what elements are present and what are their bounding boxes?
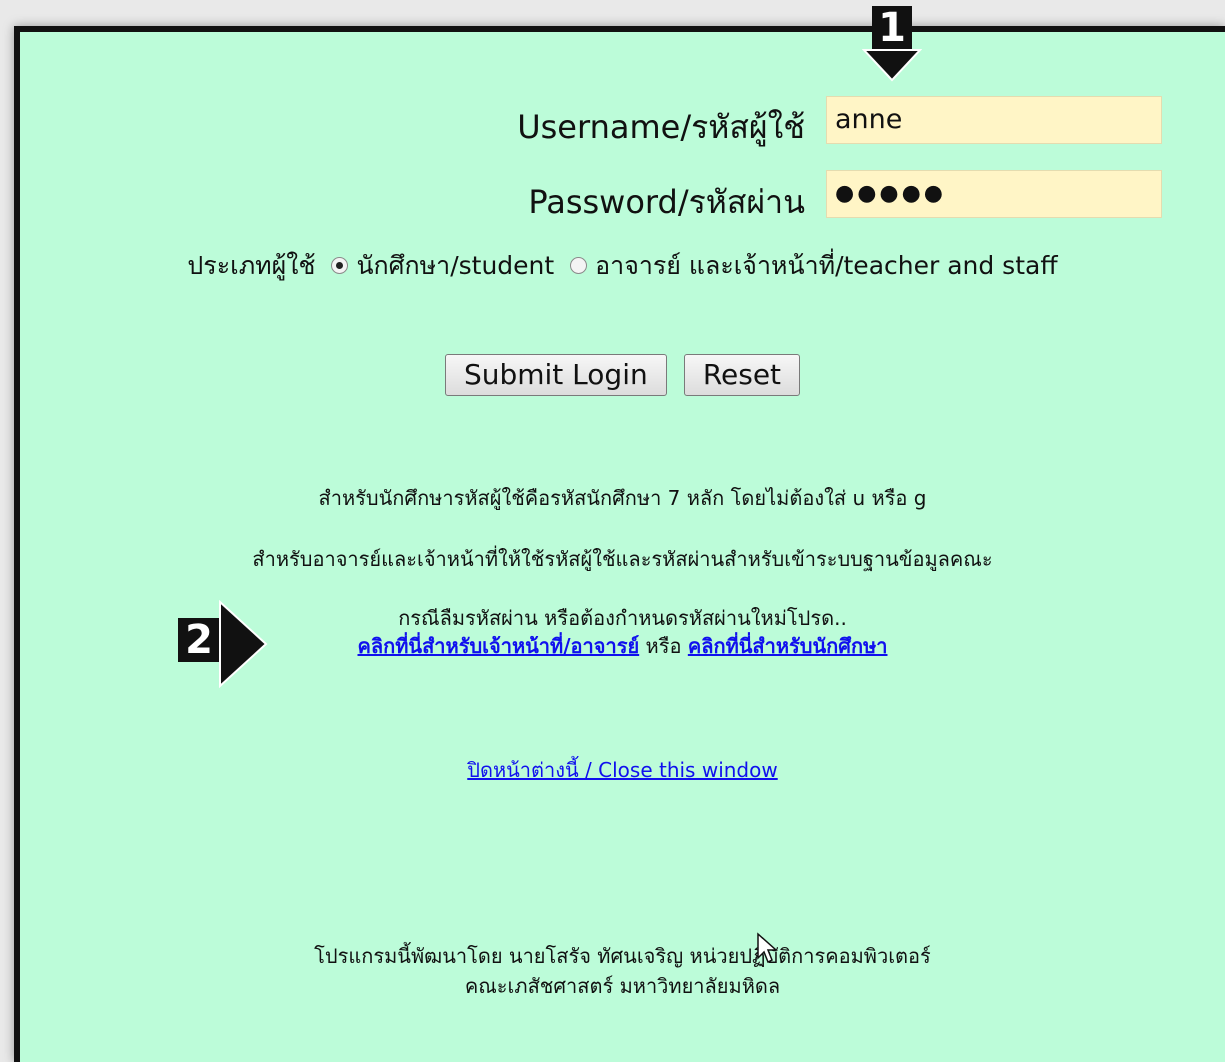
username-input[interactable]: anne [826, 96, 1162, 144]
badge-2: 2 [178, 618, 220, 662]
student-reset-link[interactable]: คลิกที่นี่สำหรับนักศึกษา [688, 634, 888, 658]
user-type-row: ประเภทผู้ใช้ นักศึกษา/student อาจารย์ แล… [20, 246, 1225, 286]
footer-credit-line1: โปรแกรมนี้พัฒนาโดย นายโสรัจ ทัศนเจริญ หน… [314, 944, 931, 968]
student-note: สำหรับนักศึกษารหัสผู้ใช้คือรหัสนักศึกษา … [318, 486, 927, 510]
username-label: Username/รหัสผู้ใช้ [517, 108, 805, 146]
teacher-staff-radio[interactable] [570, 256, 588, 274]
or-text: หรือ [645, 634, 682, 658]
student-radio[interactable] [331, 256, 349, 274]
submit-login-button[interactable]: Submit Login [444, 354, 667, 396]
user-type-label: ประเภทผู้ใช้ [187, 251, 316, 280]
arrow-down-icon [862, 49, 922, 82]
mouse-cursor-icon [757, 932, 778, 964]
arrow-right-icon [219, 600, 268, 688]
student-option-label[interactable]: นักศึกษา/student [356, 251, 554, 280]
badge-1: 1 [872, 6, 912, 50]
teacher-staff-option-label[interactable]: อาจารย์ และเจ้าหน้าที่/teacher and staff [595, 251, 1057, 280]
close-window-link[interactable]: ปิดหน้าต่างนี้ / Close this window [467, 758, 777, 782]
password-input[interactable]: ●●●●● [826, 170, 1162, 218]
staff-note: สำหรับอาจารย์และเจ้าหน้าที่ให้ใช้รหัสผู้… [252, 547, 993, 571]
button-row: Submit Login Reset [20, 354, 1225, 396]
password-label: Password/รหัสผ่าน [528, 183, 805, 221]
staff-reset-link[interactable]: คลิกที่นี่สำหรับเจ้าหน้าที่/อาจารย์ [358, 634, 640, 658]
footer-credit-line2: คณะเภสัชศาสตร์ มหาวิทยาลัยมหิดล [464, 974, 781, 998]
close-window-row: ปิดหน้าต่างนี้ / Close this window [20, 754, 1225, 786]
reset-button[interactable]: Reset [683, 354, 801, 396]
login-panel: Username/รหัสผู้ใช้ anne Password/รหัสผ่… [14, 26, 1225, 1062]
